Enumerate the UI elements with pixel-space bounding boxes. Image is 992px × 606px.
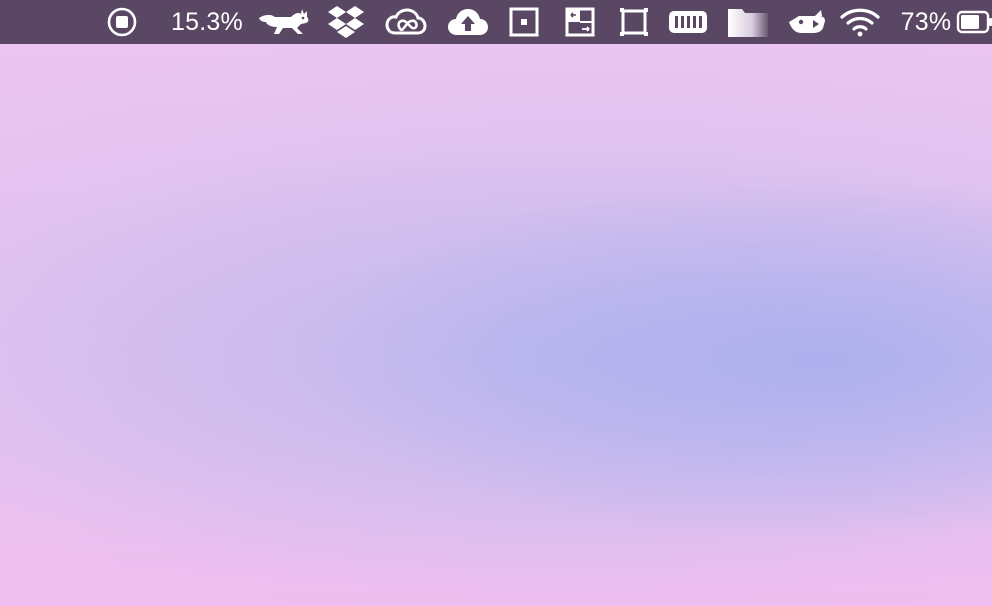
folder-icon[interactable] <box>724 0 772 44</box>
menu-bar: 15.3% 73% <box>0 0 992 44</box>
cpu-usage-text: 15.3% <box>171 7 243 36</box>
window-fullscreen-icon[interactable] <box>616 0 652 44</box>
window-center-icon[interactable] <box>506 0 542 44</box>
desktop-wallpaper <box>0 0 992 606</box>
window-swap-icon[interactable] <box>562 0 598 44</box>
bird-tag-icon[interactable] <box>784 0 828 44</box>
battery-percent[interactable]: 73% <box>898 0 954 44</box>
cloud-upload-icon[interactable] <box>446 0 490 44</box>
creative-cloud-icon[interactable] <box>384 0 428 44</box>
wifi-icon[interactable] <box>838 0 882 44</box>
battery-icon[interactable] <box>956 0 992 44</box>
record-stop-icon[interactable] <box>104 0 140 44</box>
runcat-icon[interactable] <box>256 0 312 44</box>
memory-meter-icon[interactable] <box>666 0 710 44</box>
battery-percent-text: 73% <box>900 7 952 36</box>
cpu-usage-readout[interactable]: 15.3% <box>164 0 250 44</box>
dropbox-icon[interactable] <box>326 0 366 44</box>
